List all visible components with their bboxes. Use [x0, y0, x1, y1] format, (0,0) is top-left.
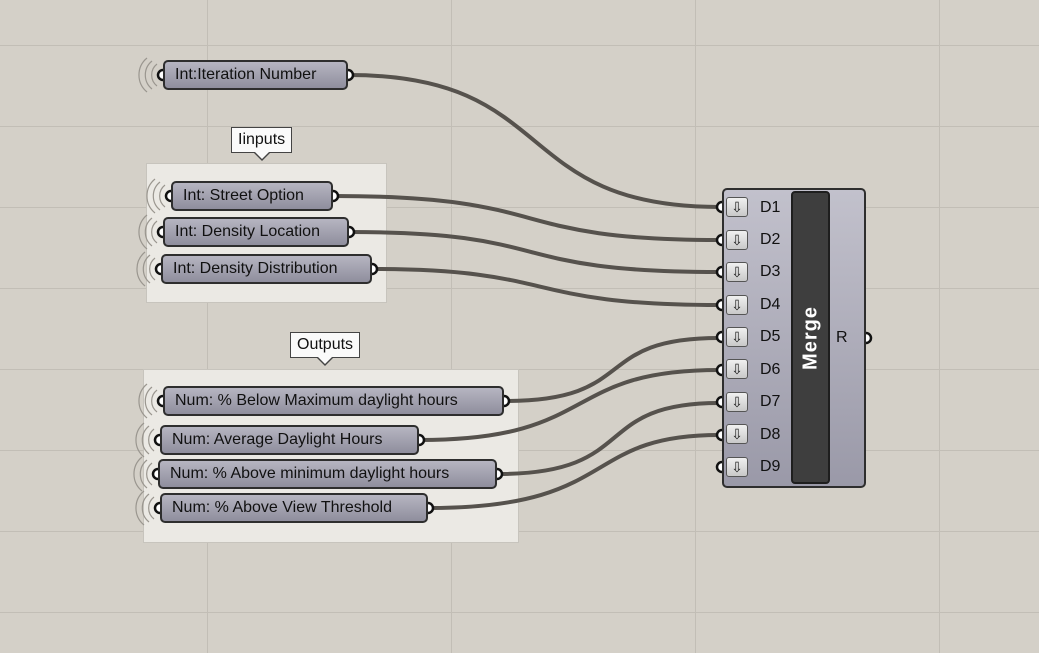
slider-output-port: [418, 433, 426, 447]
slider-output-port: [347, 68, 355, 82]
merge-input-port: [715, 363, 723, 377]
merge-input-port: [715, 233, 723, 247]
merge-input-port: [715, 395, 723, 409]
slider-input-port: [156, 68, 164, 82]
slider-output-port: [371, 262, 379, 276]
merge-output-port: [865, 331, 873, 345]
slider-input-port: [151, 467, 159, 481]
slider-input-port: [164, 189, 172, 203]
merge-input-port: [715, 298, 723, 312]
grasshopper-canvas[interactable]: Iinputs Outputs Int:Iteration Number Int…: [0, 0, 1039, 653]
slider-output-port: [332, 189, 340, 203]
slider-output-port: [503, 394, 511, 408]
slider-output-port: [427, 501, 435, 515]
merge-input-port: [715, 330, 723, 344]
merge-input-port: [715, 265, 723, 279]
slider-input-port: [154, 262, 162, 276]
slider-input-port: [156, 394, 164, 408]
port-layer: [151, 68, 873, 515]
merge-input-port: [715, 428, 723, 442]
slider-output-port: [496, 467, 504, 481]
merge-input-port: [715, 460, 723, 474]
slider-output-port: [348, 225, 356, 239]
slider-input-port: [156, 225, 164, 239]
merge-input-port: [715, 200, 723, 214]
slider-input-port: [153, 501, 161, 515]
slider-input-port: [153, 433, 161, 447]
